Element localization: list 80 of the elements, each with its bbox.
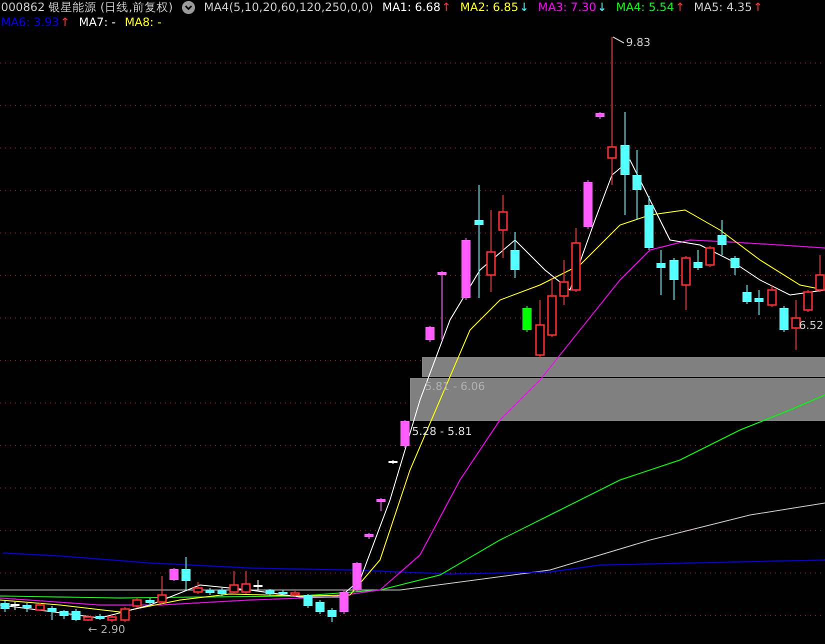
candlestick [522,306,532,332]
candlestick [803,290,813,312]
down-arrow: ↓ [519,0,530,15]
candlestick [644,196,654,250]
candlestick [254,580,262,590]
candlestick [535,300,545,358]
candlestick [780,306,788,332]
candlestick [426,326,434,342]
ma-legend-item: MA6: 3.93 [1,15,60,30]
candlestick [304,594,312,608]
ma-legend-item: MA1: 6.68 [382,0,441,15]
ma-legend-item: MA2: 6.85 [460,0,518,15]
candlestick [559,260,569,306]
indicator-params: MA4(5,10,20,60,120,250,0,0) [204,0,374,15]
candlestick [462,238,470,300]
candlestick [510,232,520,278]
candlestick [120,606,130,622]
candlestick [400,420,410,448]
candlestick [730,256,740,276]
candlestick [694,250,702,270]
candlestick [229,570,239,594]
candlestick [547,278,557,338]
candlestick [376,498,386,512]
ma-legend-item: MA5: 4.35 [694,0,752,15]
stock-title: 000862 银星能源 (日线,前复权) [1,0,173,15]
candlestick [632,150,642,220]
candlestick [157,576,167,604]
candlestick [206,588,214,596]
candlestick [718,220,726,256]
candlestick [705,246,715,268]
candlestick [146,598,154,606]
candlestick [278,590,288,596]
price-label: 9.83 [626,36,650,49]
down-arrow: ↓ [597,0,607,15]
candlestick [193,582,203,594]
candlestick [791,300,801,350]
candlestick [83,614,93,622]
candlestick [48,606,56,620]
candlestick [316,600,324,614]
candlestick [132,598,142,608]
up-arrow: ↑ [60,15,70,30]
candlestick [815,254,825,292]
up-arrow: ↑ [442,0,452,15]
up-arrow: ↑ [675,0,685,15]
price-label: ← 2.90 [88,623,126,636]
candlestick [584,180,592,230]
candlestick [352,562,362,592]
candlestick [571,228,581,292]
candlestick [60,610,68,620]
candlestick [498,194,508,258]
candlestick [22,602,32,612]
ma-legend-item: MA7: - [78,15,116,30]
chevron-down-icon[interactable] [182,1,195,14]
candlestick [35,602,45,612]
candlestick [170,568,178,582]
ma-legend-item: MA4: 5.54 [616,0,674,15]
candlestick [754,290,764,316]
ma-legend-item: MA8: - [124,15,162,30]
leader-line [612,36,624,44]
candlestick [96,614,104,620]
candlestick [182,556,190,590]
candlestick [596,112,604,120]
candlestick [340,590,348,614]
candlestick [290,590,300,598]
up-arrow: ↑ [753,0,763,15]
candlestick [767,284,777,308]
candlestick [328,608,336,622]
candlestick [438,270,446,340]
candlestick [656,250,666,296]
candlestick [681,256,691,310]
candlestick [742,284,752,304]
candlestick [218,588,226,596]
ma-legend-item: MA3: 7.30 [538,0,596,15]
candlestick [241,570,251,594]
candlestick [72,608,80,622]
candlestick [670,258,678,300]
candlestick [388,460,398,464]
candlestick [107,614,117,622]
candlestick [266,588,274,596]
candlestick [364,532,374,540]
